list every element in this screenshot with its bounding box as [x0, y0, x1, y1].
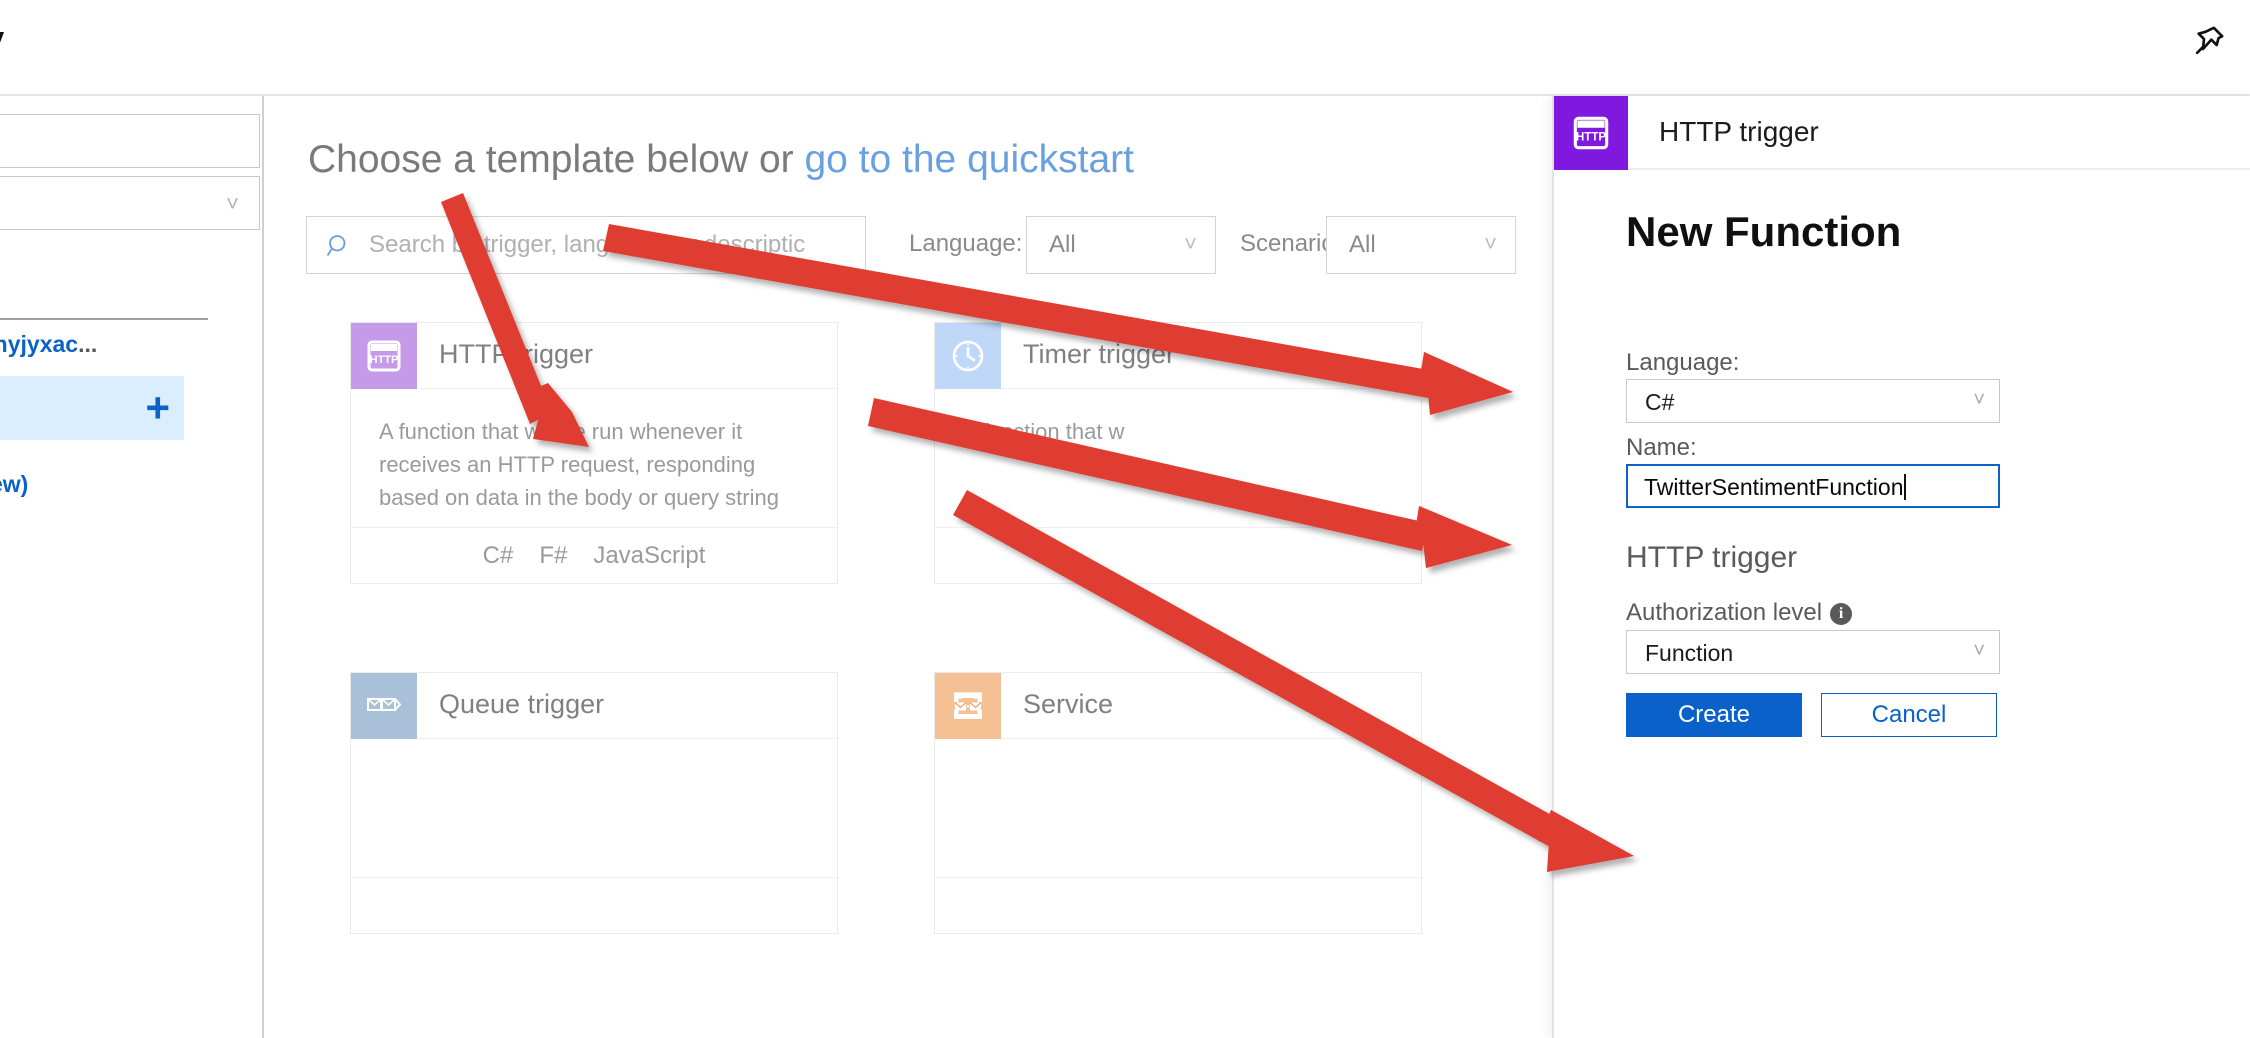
template-search-box[interactable] [306, 216, 866, 274]
template-card-queue-trigger[interactable]: Queue trigger [350, 672, 838, 934]
main-heading: Choose a template below or go to the qui… [308, 138, 1134, 182]
scenario-filter-value: All [1349, 231, 1376, 258]
service-bus-trigger-icon [935, 673, 1001, 739]
chevron-down-icon: ˅ [1973, 389, 1985, 411]
top-bar: y [0, 0, 2250, 96]
authorization-level-text: Authorization level [1626, 599, 1823, 626]
http-trigger-icon: HTTP [1554, 96, 1628, 170]
screen-root: y ˅ s hk5nhyjyxac... s + eview) Choose a… [0, 0, 2250, 1038]
blade-header-title: HTTP trigger [1659, 116, 1819, 147]
left-sidebar: ˅ s hk5nhyjyxac... s + eview) [0, 96, 264, 1038]
page-title: y [0, 18, 4, 63]
template-card-title: Timer trigger [1023, 339, 1176, 369]
text-caret [1903, 474, 1906, 500]
template-language-csharp: C# [482, 541, 514, 569]
queue-trigger-icon [351, 673, 417, 739]
language-select[interactable]: C# ˅ [1626, 379, 2000, 423]
chevron-down-icon: ˅ [226, 191, 239, 216]
chevron-down-icon: ˅ [1184, 231, 1197, 256]
template-card-languages: C# F# JavaScript [351, 527, 837, 583]
template-card-languages [351, 877, 837, 933]
template-card-timer-trigger[interactable]: Timer trigger A function that w [934, 322, 1422, 584]
language-select-value: C# [1645, 389, 1675, 415]
chevron-down-icon: ˅ [1484, 231, 1497, 256]
sidebar-app-name[interactable]: hk5nhyjyxac... [0, 331, 97, 358]
template-card-header: HTTP HTTP trigger [351, 323, 837, 389]
language-filter-value: All [1049, 231, 1076, 258]
template-card-header: Service [935, 673, 1421, 739]
search-input[interactable] [367, 217, 857, 273]
sidebar-divider [0, 318, 208, 320]
language-field-label: Language: [1626, 349, 1740, 376]
template-card-http-trigger[interactable]: HTTP HTTP trigger A function that will b… [350, 322, 838, 584]
template-card-title: Queue trigger [439, 689, 605, 719]
trigger-section-subtitle: HTTP trigger [1626, 541, 1798, 574]
authorization-level-value: Function [1645, 640, 1734, 666]
name-input-text: TwitterSentimentFunction [1644, 474, 1904, 500]
create-button[interactable]: Create [1626, 693, 1802, 737]
chevron-down-icon: ˅ [1973, 640, 1985, 662]
template-card-languages [935, 527, 1421, 583]
name-input[interactable]: TwitterSentimentFunction [1626, 464, 2000, 508]
sidebar-filter-select[interactable]: ˅ [0, 176, 260, 230]
language-filter-label: Language: [909, 230, 1023, 257]
sidebar-search-input[interactable] [0, 114, 260, 168]
template-card-description: A function that will be run whenever it … [379, 419, 779, 510]
blade-header: HTTP HTTP trigger [1554, 96, 2250, 170]
template-card-header: Queue trigger [351, 673, 837, 739]
pushpin-icon[interactable] [2180, 14, 2236, 70]
new-function-blade: HTTP HTTP trigger New Function Language:… [1552, 96, 2250, 1038]
timer-trigger-icon [935, 323, 1001, 389]
http-trigger-icon: HTTP [351, 323, 417, 389]
template-card-header: Timer trigger [935, 323, 1421, 389]
template-language-fsharp: F# [539, 541, 568, 569]
sidebar-item-functions-active[interactable]: s + [0, 376, 184, 440]
main-content: Choose a template below or go to the qui… [266, 98, 1552, 1038]
add-function-icon[interactable]: + [145, 386, 170, 430]
sidebar-app-name-ellipsis: ... [78, 331, 98, 357]
cancel-button[interactable]: Cancel [1821, 693, 1997, 737]
svg-text:HTTP: HTTP [1576, 131, 1606, 143]
name-input-value: TwitterSentimentFunction [1644, 474, 1906, 501]
sidebar-link-preview[interactable]: eview) [0, 471, 28, 498]
template-card-title: Service [1023, 689, 1114, 719]
sidebar-app-name-text: hk5nhyjyxac [0, 331, 79, 357]
svg-text:HTTP: HTTP [370, 354, 399, 366]
main-heading-prefix: Choose a template below or [308, 138, 805, 181]
quickstart-link[interactable]: go to the quickstart [804, 138, 1134, 181]
template-card-title: HTTP trigger [439, 339, 594, 369]
blade-title: New Function [1626, 208, 1902, 255]
authorization-level-select[interactable]: Function ˅ [1626, 630, 2000, 674]
template-card-service-bus-trigger[interactable]: Service [934, 672, 1422, 934]
template-card-languages [935, 877, 1421, 933]
authorization-level-label: Authorization level i [1626, 599, 1853, 627]
template-card-description: A function that w [963, 419, 1125, 444]
language-filter-select[interactable]: All ˅ [1026, 216, 1216, 274]
scenario-filter-select[interactable]: All ˅ [1326, 216, 1516, 274]
search-icon [325, 231, 353, 259]
name-field-label: Name: [1626, 434, 1697, 461]
template-language-javascript: JavaScript [593, 541, 706, 569]
info-icon[interactable]: i [1830, 603, 1853, 625]
